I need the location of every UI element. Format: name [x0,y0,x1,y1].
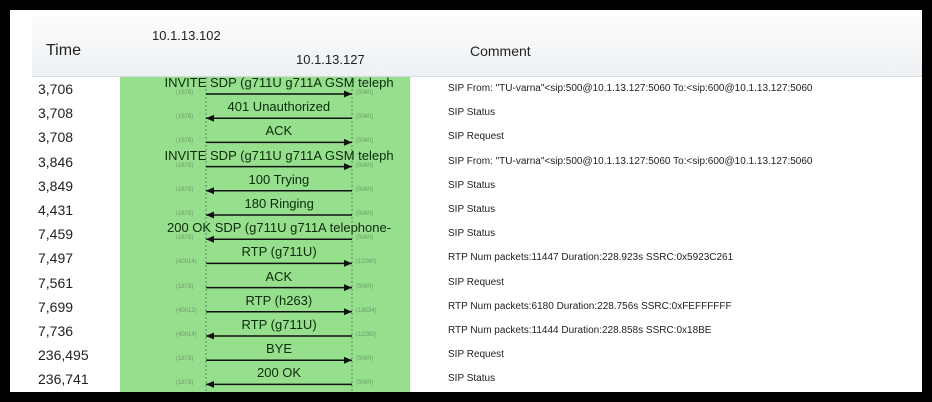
row-comment: SIP Status [448,179,496,191]
message-label[interactable]: RTP (g711U) [242,317,317,332]
row-comment: SIP Request [448,131,504,143]
time-column-header[interactable]: Time [32,16,119,77]
source-port-label: (1878) [176,283,194,290]
source-port-label: (1878) [176,356,194,363]
message-label[interactable]: INVITE SDP (g711U g711A GSM teleph [165,75,394,90]
message-row[interactable]: 7,561 SIP Request [32,271,922,295]
row-time: 3,706 [38,81,74,97]
row-time: 3,849 [38,177,74,194]
source-port-label: (1878) [176,162,194,169]
dest-port-label: (5060) [356,211,374,217]
source-port-label: (1878) [176,211,194,217]
row-comment: RTP Num packets:6180 Duration:228.756s S… [448,300,732,312]
flow-graph-window: Time 10.1.13.102 10.1.13.127 Comment 3,7… [10,10,922,392]
message-row[interactable]: 4,431 SIP Status [32,198,922,222]
row-time: 3,846 [38,153,74,170]
message-row[interactable]: 236,741 SIP Status [32,367,922,391]
message-label[interactable]: 180 Ringing [245,196,314,211]
message-row[interactable]: 7,699 RTP Num packets:6180 Duration:228.7… [32,295,922,319]
message-label[interactable]: 401 Unauthorized [228,99,331,114]
dest-port-label: (5060) [356,356,374,363]
message-label[interactable]: 100 Trying [249,172,310,187]
comment-header-label: Comment [470,43,531,59]
message-label[interactable]: 200 OK [257,365,301,380]
source-port-label: (1878) [176,114,194,121]
row-time: 7,459 [38,226,74,243]
row-comment: SIP Status [448,107,496,119]
dest-port-label: (5060) [356,235,374,242]
row-comment: SIP Status [448,204,496,215]
row-comment: SIP Status [448,228,496,240]
message-label[interactable]: 200 OK SDP (g711U g711A telephone- [167,220,391,235]
row-comment: RTP Num packets:11447 Duration:228.923s … [448,252,734,264]
dest-port-label: (5060) [356,283,374,290]
dest-port-label: (12260) [356,259,377,266]
row-comment: SIP Status [448,373,496,385]
source-port-label: (40014) [176,259,197,266]
row-comment: SIP Request [448,349,504,361]
row-time: 7,699 [38,298,74,315]
source-port-label: (1878) [176,138,194,145]
row-time: 7,736 [38,323,74,339]
row-time: 236,495 [38,347,89,364]
source-port-label: (1878) [176,186,194,193]
row-time: 7,561 [38,274,74,291]
dest-port-label: (5060) [356,186,374,193]
row-comment: RTP Num packets:11444 Duration:228.858s … [448,325,712,336]
message-row[interactable]: 3,708 SIP Request [32,125,922,149]
row-comment: SIP From: "TU-varna"<sip:500@10.1.13.127… [448,155,813,167]
message-row[interactable]: 7,736 RTP Num packets:11444 Duration:228.… [32,319,922,343]
row-comment: SIP From: "TU-varna"<sip:500@10.1.13.127… [448,83,813,94]
row-comment: SIP Request [448,276,504,288]
left-host-ip: 10.1.13.102 [152,28,221,43]
source-port-label: (40014) [176,332,197,338]
flow-column-header[interactable]: 10.1.13.102 10.1.13.127 [118,16,419,77]
message-row[interactable]: 3,708 SIP Status [32,101,922,125]
message-label[interactable]: BYE [266,341,292,356]
dest-port-label: (5060) [356,114,374,121]
time-header-label: Time [46,42,81,59]
message-row[interactable]: 236,495 SIP Request [32,343,922,367]
right-host-ip: 10.1.13.127 [296,52,365,67]
message-label[interactable]: RTP (g711U) [242,244,317,259]
source-port-label: (1878) [176,90,194,96]
source-port-label: (1878) [176,235,194,242]
row-time: 3,708 [38,129,74,146]
message-row[interactable]: 7,497 RTP Num packets:11447 Duration:228.… [32,246,922,270]
dest-port-label: (12260) [356,332,377,338]
dest-port-label: (5060) [356,138,374,145]
row-time: 7,497 [38,250,74,267]
row-time: 3,708 [38,105,74,122]
message-row[interactable]: 3,849 SIP Status [32,174,922,198]
window-left-border [10,10,32,392]
row-time: 236,741 [38,371,89,388]
message-label[interactable]: ACK [266,123,293,138]
message-label[interactable]: RTP (h263) [246,293,313,308]
message-label[interactable]: ACK [266,269,293,284]
source-port-label: (1878) [176,380,194,387]
dest-port-label: (5060) [356,90,374,96]
dest-port-label: (18534) [356,307,377,314]
dest-port-label: (5060) [356,162,374,169]
message-row[interactable]: 7,459 SIP Status [32,222,922,246]
dest-port-label: (5060) [356,380,374,387]
comment-column-header[interactable]: Comment [418,16,922,77]
source-port-label: (40012) [176,307,197,314]
message-label[interactable]: INVITE SDP (g711U g711A GSM teleph [165,148,394,163]
row-time: 4,431 [38,202,74,218]
